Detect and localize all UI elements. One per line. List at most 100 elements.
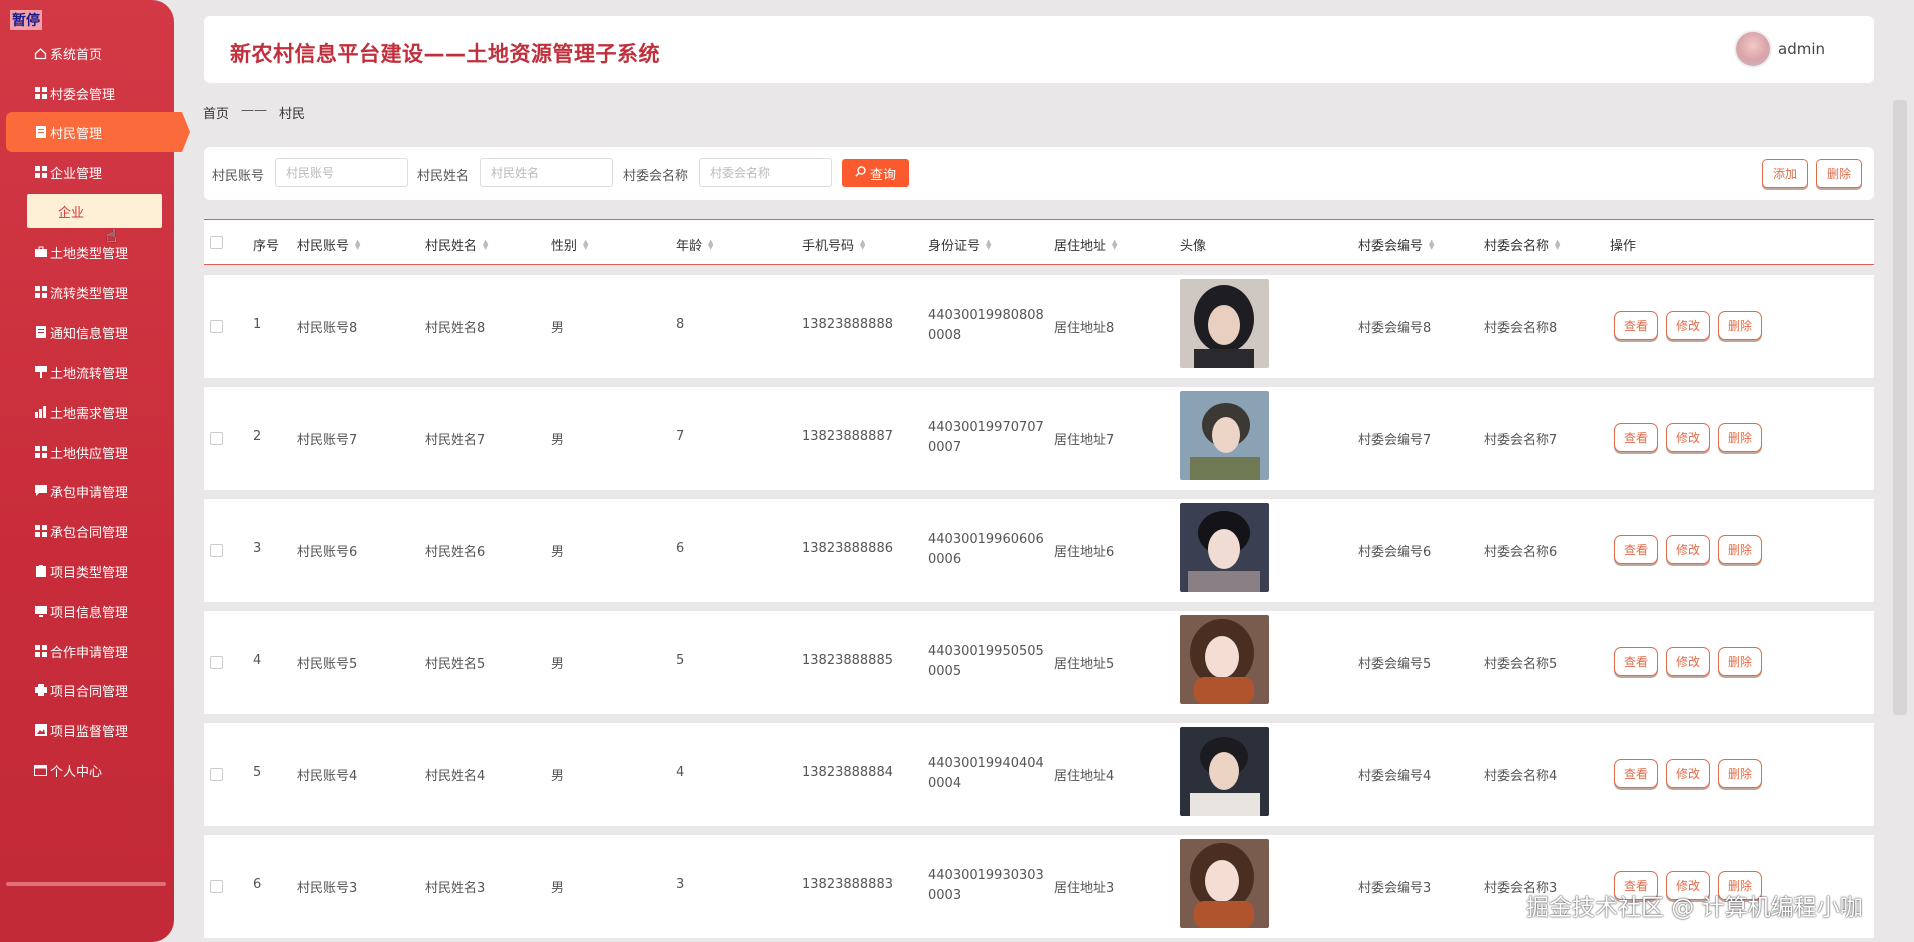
cell-phone: 13823888888 — [802, 317, 893, 332]
delete-button[interactable]: 删除 — [1718, 423, 1762, 452]
menu-label: 村委会管理 — [50, 87, 116, 103]
name-input[interactable]: 村民姓名 — [480, 158, 613, 187]
menu-item-committee[interactable]: 村委会管理 — [34, 73, 115, 113]
search-bar: 村民账号 村民账号 村民姓名 村民姓名 村委会名称 村委会名称 查询 添加 删除 — [204, 147, 1874, 200]
delete-button[interactable]: 删除 — [1718, 535, 1762, 564]
edit-button[interactable]: 修改 — [1666, 311, 1710, 340]
add-button[interactable]: 添加 — [1762, 159, 1808, 188]
cell-address: 居住地址7 — [1054, 433, 1115, 448]
menu-item-contract-apply[interactable]: 承包申请管理 — [34, 471, 128, 511]
sort-icon[interactable]: ▲ ▼ — [986, 238, 991, 250]
query-button[interactable]: 查询 — [842, 159, 909, 187]
menu-item-project-contract[interactable]: 项目合同管理 — [34, 670, 128, 710]
edit-button[interactable]: 修改 — [1666, 647, 1710, 676]
avatar-photo[interactable] — [1180, 279, 1269, 368]
menu-item-enterprise[interactable]: 企业管理 — [34, 152, 102, 192]
view-button[interactable]: 查看 — [1614, 423, 1658, 452]
committee-input[interactable]: 村委会名称 — [699, 158, 832, 187]
avatar-photo[interactable] — [1180, 727, 1269, 816]
menu-label: 合作申请管理 — [50, 645, 129, 661]
batch-delete-button[interactable]: 删除 — [1816, 159, 1862, 188]
col-age[interactable]: 年龄 ▲ ▼ — [676, 235, 713, 254]
view-button[interactable]: 查看 — [1614, 311, 1658, 340]
avatar[interactable] — [1734, 30, 1772, 68]
delete-button[interactable]: 删除 — [1718, 311, 1762, 340]
sort-icon[interactable]: ▲ ▼ — [583, 238, 588, 250]
sort-icon[interactable]: ▲ ▼ — [708, 238, 713, 250]
row-checkbox[interactable] — [210, 656, 223, 669]
sort-icon[interactable]: ▲ ▼ — [1555, 238, 1560, 250]
menu-item-contract[interactable]: 承包合同管理 — [34, 511, 128, 551]
menu-label: 承包申请管理 — [50, 485, 129, 501]
row-checkbox[interactable] — [210, 432, 223, 445]
avatar-photo[interactable] — [1180, 391, 1269, 480]
menu-item-project-supervision[interactable]: 项目监督管理 — [34, 710, 128, 750]
menu-item-transfer-type[interactable]: 流转类型管理 — [34, 272, 128, 312]
page-scrollbar[interactable] — [1893, 100, 1907, 715]
cell-gender: 男 — [551, 881, 565, 896]
sort-icon[interactable]: ▲ ▼ — [860, 238, 865, 250]
menu-item-home[interactable]: 系统首页 — [34, 33, 102, 73]
menu-item-project-type[interactable]: 项目类型管理 — [34, 551, 128, 591]
menu-item-project-info[interactable]: 项目信息管理 — [34, 591, 128, 631]
sort-icon[interactable]: ▲ ▼ — [1429, 238, 1434, 250]
menu-item-villager[interactable]: 村民管理 — [6, 112, 190, 152]
breadcrumb: 首页 —— 村民 — [203, 103, 305, 122]
col-committee-name[interactable]: 村委会名称 ▲ ▼ — [1484, 235, 1560, 254]
col-idcard[interactable]: 身份证号 ▲ ▼ — [928, 235, 991, 254]
row-checkbox[interactable] — [210, 544, 223, 557]
col-gender[interactable]: 性别 ▲ ▼ — [551, 235, 588, 254]
menu-item-land-demand[interactable]: 土地需求管理 — [34, 392, 128, 432]
menu-item-profile[interactable]: 个人中心 — [34, 750, 102, 790]
sort-icon[interactable]: ▲ ▼ — [1112, 238, 1117, 250]
select-all-checkbox[interactable] — [210, 236, 223, 249]
delete-button[interactable]: 删除 — [1718, 647, 1762, 676]
col-account[interactable]: 村民账号 ▲ ▼ — [297, 235, 360, 254]
col-address[interactable]: 居住地址 ▲ ▼ — [1054, 235, 1117, 254]
cell-idcard: 440300199707070007 — [928, 420, 1044, 455]
edit-button[interactable]: 修改 — [1666, 423, 1710, 452]
view-button[interactable]: 查看 — [1614, 647, 1658, 676]
menu-label: 村民管理 — [50, 126, 103, 142]
delete-button[interactable]: 删除 — [1718, 759, 1762, 788]
edit-button[interactable]: 修改 — [1666, 759, 1710, 788]
sort-icon[interactable]: ▲ ▼ — [355, 238, 360, 250]
col-name[interactable]: 村民姓名 ▲ ▼ — [425, 235, 488, 254]
col-index: 序号 — [253, 239, 280, 254]
menu-item-notice[interactable]: 通知信息管理 — [34, 312, 128, 352]
menu-item-land-supply[interactable]: 土地供应管理 — [34, 432, 128, 472]
view-button[interactable]: 查看 — [1614, 759, 1658, 788]
row-checkbox[interactable] — [210, 880, 223, 893]
col-actions: 操作 — [1610, 239, 1637, 254]
chart-icon — [34, 406, 47, 419]
menu-item-land-transfer[interactable]: 土地流转管理 — [34, 352, 128, 392]
cell-idcard: 440300199404040004 — [928, 756, 1044, 791]
col-phone[interactable]: 手机号码 ▲ ▼ — [802, 235, 865, 254]
col-committee-no[interactable]: 村委会编号 ▲ ▼ — [1358, 235, 1434, 254]
account-input[interactable]: 村民账号 — [275, 158, 408, 187]
edit-button[interactable]: 修改 — [1666, 535, 1710, 564]
name-label: 村民姓名 — [417, 169, 470, 184]
submenu-item-enterprise[interactable]: 企业 — [27, 194, 162, 228]
pause-label[interactable]: 暂停 — [10, 10, 42, 30]
table-row: 1 村民账号8 村民姓名8 男 8 13823888888 4403001998… — [204, 275, 1874, 378]
avatar-photo[interactable] — [1180, 503, 1269, 592]
cell-name: 村民姓名4 — [425, 769, 486, 784]
sidebar-scrollbar[interactable] — [6, 882, 166, 886]
row-checkbox[interactable] — [210, 320, 223, 333]
row-checkbox[interactable] — [210, 768, 223, 781]
col-avatar: 头像 — [1180, 239, 1207, 254]
cell-committee-no: 村委会编号3 — [1358, 881, 1432, 896]
avatar-photo[interactable] — [1180, 839, 1269, 928]
username[interactable]: admin — [1778, 40, 1825, 58]
menu-item-land-type[interactable]: 土地类型管理 — [34, 232, 128, 272]
sort-icon[interactable]: ▲ ▼ — [483, 238, 488, 250]
breadcrumb-home[interactable]: 首页 — [203, 103, 229, 122]
cell-gender: 男 — [551, 545, 565, 560]
avatar-photo[interactable] — [1180, 615, 1269, 704]
table-row: 5 村民账号4 村民姓名4 男 4 13823888884 4403001994… — [204, 723, 1874, 826]
cell-address: 居住地址8 — [1054, 321, 1115, 336]
menu-label: 流转类型管理 — [50, 286, 129, 302]
view-button[interactable]: 查看 — [1614, 535, 1658, 564]
menu-item-cooperation[interactable]: 合作申请管理 — [34, 631, 128, 671]
